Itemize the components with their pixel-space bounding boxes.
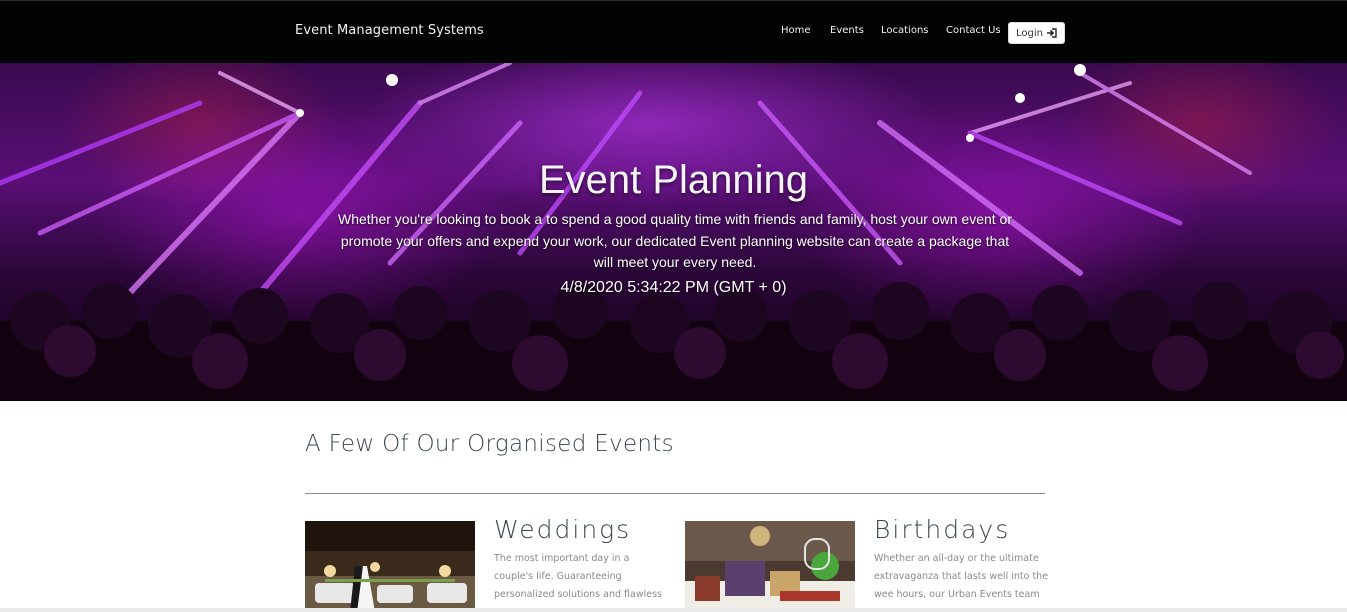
login-label: Login (1016, 27, 1043, 39)
login-button[interactable]: Login (1008, 22, 1065, 44)
nav-contact-link[interactable]: Contact Us (946, 25, 1001, 36)
event-description: Whether an all-day or the ultimate extra… (874, 553, 1049, 600)
navbar: Event Management Systems Home Events Loc… (0, 0, 1347, 63)
hero-datetime: 4/8/2020 5:34:22 PM (GMT + 0) (560, 279, 787, 296)
event-name: Birthdays (874, 515, 1011, 544)
hero-subtitle: Whether you're looking to book a to spen… (337, 211, 1012, 270)
nav-locations-link[interactable]: Locations (881, 25, 929, 36)
sign-in-icon (1046, 28, 1057, 38)
horizontal-scrollbar[interactable] (0, 608, 1347, 612)
hero-title: Event Planning (538, 158, 809, 202)
section-divider (305, 493, 1045, 494)
crowd-silhouette (0, 282, 1347, 401)
nav-home-link[interactable]: Home (781, 25, 811, 36)
event-card-birthdays: Birthdays Whether an all-day or the ulti… (685, 515, 1048, 612)
hero-banner: Event Planning Whether you're looking to… (0, 63, 1347, 401)
event-card-weddings: Weddings The most important day in a cou… (305, 515, 665, 612)
event-name: Weddings (494, 515, 632, 544)
brand-title[interactable]: Event Management Systems (295, 23, 484, 38)
wedding-image (305, 521, 475, 612)
nav-events-link[interactable]: Events (830, 25, 864, 36)
events-section-title: A Few Of Our Organised Events (305, 431, 674, 457)
birthday-image (685, 521, 855, 612)
event-description: The most important day in a couple's lif… (494, 553, 662, 600)
